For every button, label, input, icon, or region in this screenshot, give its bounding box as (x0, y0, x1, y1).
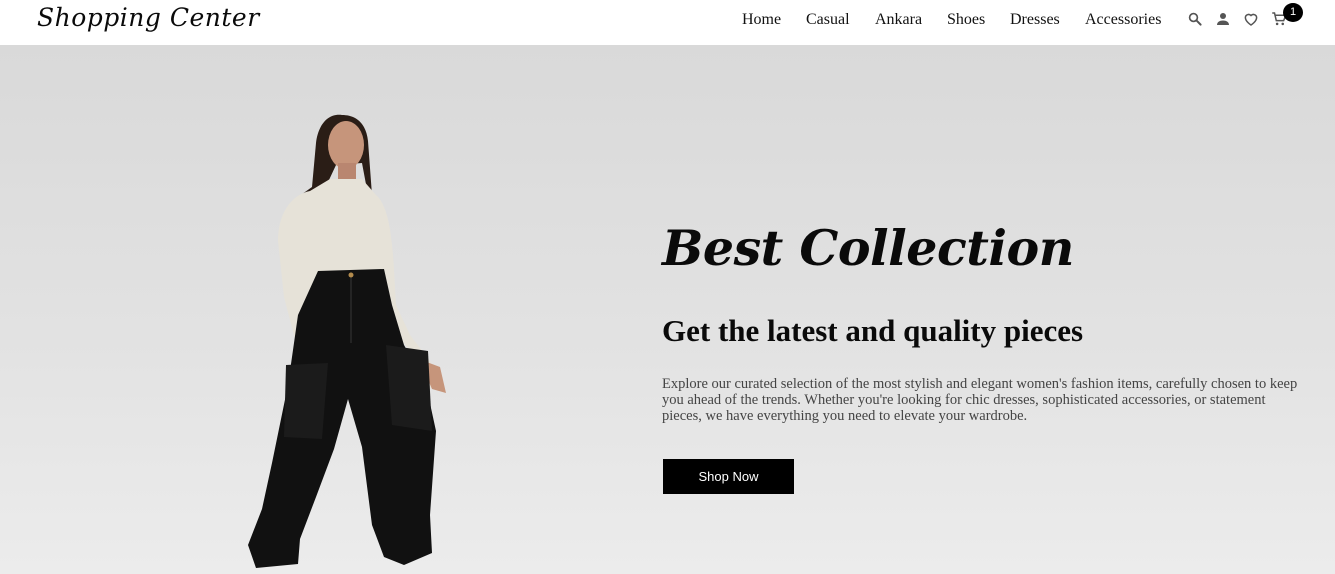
shop-now-button[interactable]: Shop Now (663, 459, 794, 494)
model-photo (0, 45, 660, 574)
main-nav: Home Casual Ankara Shoes Dresses Accesso… (742, 11, 1175, 29)
nav-link-ankara[interactable]: Ankara (875, 11, 947, 29)
search-icon[interactable] (1186, 10, 1204, 28)
cart-count-badge: 1 (1283, 3, 1303, 22)
nav-link-casual[interactable]: Casual (806, 11, 875, 29)
user-icon[interactable] (1214, 10, 1232, 28)
nav-link-shoes[interactable]: Shoes (947, 11, 1010, 29)
hero-headline: Get the latest and quality pieces (662, 313, 1084, 348)
nav-link-accessories[interactable]: Accessories (1085, 11, 1175, 29)
hero-description: Explore our curated selection of the mos… (662, 376, 1298, 424)
hero-script-title: Best Collection (662, 219, 1074, 277)
nav-link-home[interactable]: Home (742, 11, 806, 29)
heart-icon[interactable] (1242, 10, 1260, 28)
nav-link-dresses[interactable]: Dresses (1010, 11, 1085, 29)
site-header: Shopping Center Home Casual Ankara Shoes… (0, 0, 1335, 45)
hero-banner: Best Collection Get the latest and quali… (0, 45, 1335, 574)
brand-logo[interactable]: Shopping Center (37, 3, 260, 32)
